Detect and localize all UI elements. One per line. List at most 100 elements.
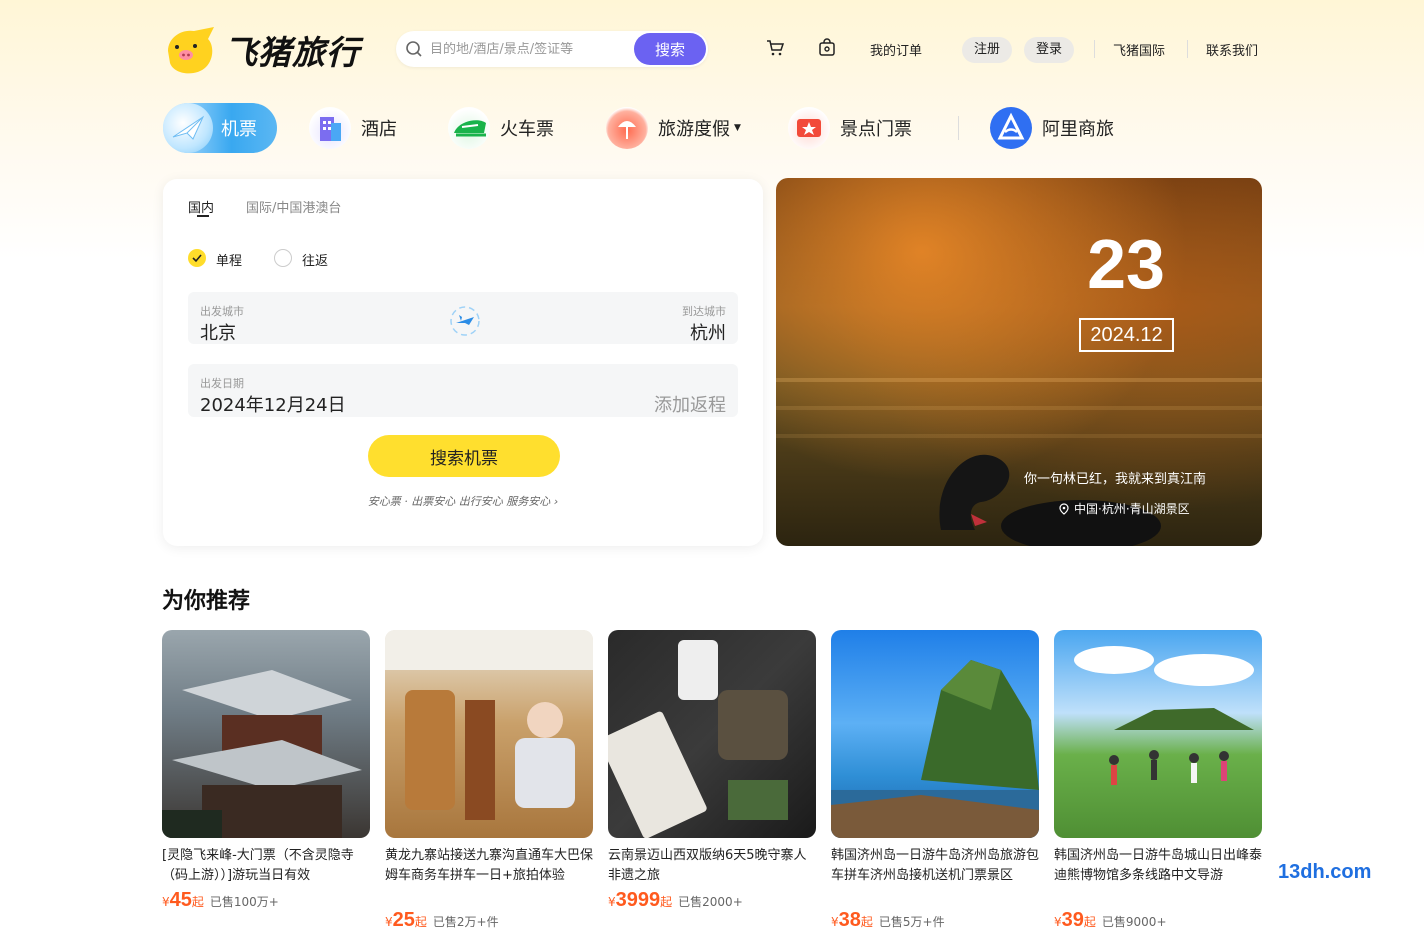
arrival-city-input[interactable]: 杭州: [690, 319, 726, 345]
departure-date-label: 出发日期: [200, 377, 244, 390]
sold-count: 已售9000+: [1101, 915, 1167, 929]
logo[interactable]: 飞猪旅行: [162, 24, 362, 76]
product-card[interactable]: 韩国济州岛一日游牛岛济州岛旅游包车拼车济州岛接机送机门票景区 ¥ 38 起 已售…: [831, 630, 1039, 933]
departure-city-label: 出发城市: [200, 305, 244, 318]
banner-year-month: 2024.12: [1079, 318, 1174, 352]
sold-count: 已售2000+: [678, 895, 743, 909]
round-trip-radio[interactable]: [274, 249, 292, 267]
search-icon: [404, 39, 424, 59]
water-reflection: [776, 406, 1262, 410]
product-title[interactable]: 韩国济州岛一日游牛岛城山日出峰泰迪熊博物馆多条线路中文导游: [1054, 846, 1262, 886]
black-swan-image: [939, 454, 1161, 546]
login-button[interactable]: 登录: [1024, 37, 1075, 63]
banner-quote: 你一句林已红，我就来到真江南: [1024, 472, 1207, 487]
departure-city-input[interactable]: 北京: [200, 319, 236, 345]
price-row: ¥ 39 起 已售9000+: [1054, 909, 1167, 932]
price: 25: [392, 909, 415, 931]
nav-item-vacation[interactable]: 旅游度假 ▼: [606, 102, 741, 154]
currency-symbol: ¥: [608, 895, 616, 909]
product-title[interactable]: 云南景迈山西双版纳6天5晚守寨人非遗之旅: [608, 846, 816, 886]
currency-symbol: ¥: [1054, 915, 1062, 929]
nav-label: 旅游度假: [658, 119, 730, 140]
price: 39: [1061, 909, 1084, 931]
tab-international[interactable]: 国际/中国港澳台: [246, 197, 341, 216]
product-image[interactable]: [608, 630, 816, 838]
site-watermark: 13dh.com: [1278, 861, 1372, 883]
promo-banner[interactable]: 23 2024.12 你一句林已红，我就来到真江南 中国·杭州·青山湖景区: [776, 178, 1262, 546]
cart-icon[interactable]: [765, 38, 785, 58]
product-card[interactable]: 云南景迈山西双版纳6天5晚守寨人非遗之旅 ¥ 3999 起 已售2000+: [608, 630, 816, 933]
fliggy-international-link[interactable]: 飞猪国际: [1113, 40, 1165, 59]
banner-location: 中国·杭州·青山湖景区: [1058, 500, 1190, 517]
product-title[interactable]: 韩国济州岛一日游牛岛济州岛旅游包车拼车济州岛接机送机门票景区: [831, 846, 1039, 886]
round-trip-label: 往返: [302, 254, 329, 269]
one-way-label: 单程: [216, 254, 243, 269]
my-orders-link[interactable]: 我的订单: [870, 40, 922, 59]
swap-cities-icon[interactable]: [447, 303, 483, 339]
vacation-icon: [606, 107, 648, 149]
sold-count: 已售2万+件: [432, 915, 499, 929]
product-card[interactable]: [灵隐飞来峰-大门票（不含灵隐寺（码上游））]游玩当日有效 ¥ 45 起 已售1…: [162, 630, 370, 933]
product-title[interactable]: 黄龙九寨站接送九寨沟直通车大巴保姆车商务车拼车一日+旅拍体验: [385, 846, 593, 886]
nav-label: 酒店: [361, 119, 397, 140]
product-title[interactable]: [灵隐飞来峰-大门票（不含灵隐寺（码上游））]游玩当日有效: [162, 846, 370, 886]
header-divider: [1094, 40, 1095, 58]
hotel-icon: [309, 107, 351, 149]
nav-item-alibaba-business-travel[interactable]: 阿里商旅: [990, 102, 1114, 154]
price-suffix: 起: [414, 915, 427, 929]
nav-item-hotel[interactable]: 酒店: [309, 102, 397, 154]
date-field[interactable]: 出发日期 2024年12月24日 添加返程: [188, 364, 738, 417]
register-button[interactable]: 注册: [962, 37, 1013, 63]
dropdown-caret-icon: ▼: [734, 123, 741, 133]
one-way-radio[interactable]: [188, 249, 206, 267]
nav-label: 阿里商旅: [1042, 119, 1114, 140]
product-image[interactable]: [831, 630, 1039, 838]
pig-logo-icon: [162, 25, 220, 75]
currency-symbol: ¥: [385, 915, 393, 929]
arrival-city-label: 到达城市: [682, 305, 726, 318]
contact-us-link[interactable]: 联系我们: [1206, 40, 1258, 59]
departure-date-value[interactable]: 2024年12月24日: [200, 391, 346, 417]
price: 38: [838, 909, 861, 931]
nav-item-train[interactable]: 火车票: [448, 102, 554, 154]
section-title: 为你推荐: [162, 589, 251, 614]
nav-item-flights[interactable]: 机票: [163, 103, 277, 153]
nav-item-attraction-tickets[interactable]: 景点门票: [788, 102, 912, 154]
nav-label: 火车票: [500, 119, 554, 140]
banner-location-text: 中国·杭州·青山湖景区: [1074, 502, 1190, 516]
currency-symbol: ¥: [162, 895, 170, 909]
header-divider: [1187, 40, 1188, 58]
product-image[interactable]: [1054, 630, 1262, 838]
price: 45: [169, 889, 192, 911]
train-icon: [448, 107, 490, 149]
water-reflection: [776, 378, 1262, 382]
search-bar: 搜索: [396, 31, 708, 67]
product-card[interactable]: 韩国济州岛一日游牛岛城山日出峰泰迪熊博物馆多条线路中文导游 ¥ 39 起 已售9…: [1054, 630, 1262, 933]
price-row: ¥ 3999 起 已售2000+: [608, 889, 743, 912]
add-return-button[interactable]: 添加返程: [654, 391, 726, 417]
nav-label: 机票: [221, 119, 257, 140]
tab-domestic[interactable]: 国内: [188, 197, 214, 216]
price-suffix: 起: [660, 895, 673, 909]
product-card[interactable]: 黄龙九寨站接送九寨沟直通车大巴保姆车商务车拼车一日+旅拍体验 ¥ 25 起 已售…: [385, 630, 593, 933]
currency-symbol: ¥: [831, 915, 839, 929]
logo-text: 飞猪旅行: [224, 33, 360, 72]
product-image[interactable]: [162, 630, 370, 838]
search-input[interactable]: [430, 41, 630, 57]
check-icon: [192, 254, 202, 263]
business-icon: [990, 107, 1032, 149]
price-suffix: 起: [860, 915, 873, 929]
tab-underline: [197, 215, 209, 217]
ticket-icon: [788, 107, 830, 149]
plane-icon: [163, 103, 213, 153]
price-row: ¥ 45 起 已售100万+: [162, 889, 279, 912]
sold-count: 已售100万+: [209, 895, 279, 909]
sold-count: 已售5万+件: [878, 915, 945, 929]
search-flights-button[interactable]: 搜索机票: [368, 435, 560, 477]
search-button[interactable]: 搜索: [634, 33, 706, 65]
bag-icon[interactable]: [817, 38, 837, 58]
product-image[interactable]: [385, 630, 593, 838]
safety-tagline-link[interactable]: 安心票 · 出票安心 出行安心 服务安心 ›: [163, 493, 763, 509]
location-pin-icon: [1059, 502, 1069, 515]
flight-search-panel: 国内 国际/中国港澳台 单程 往返 出发城市 北京 到达城市 杭州 出发日期 2…: [163, 179, 763, 546]
